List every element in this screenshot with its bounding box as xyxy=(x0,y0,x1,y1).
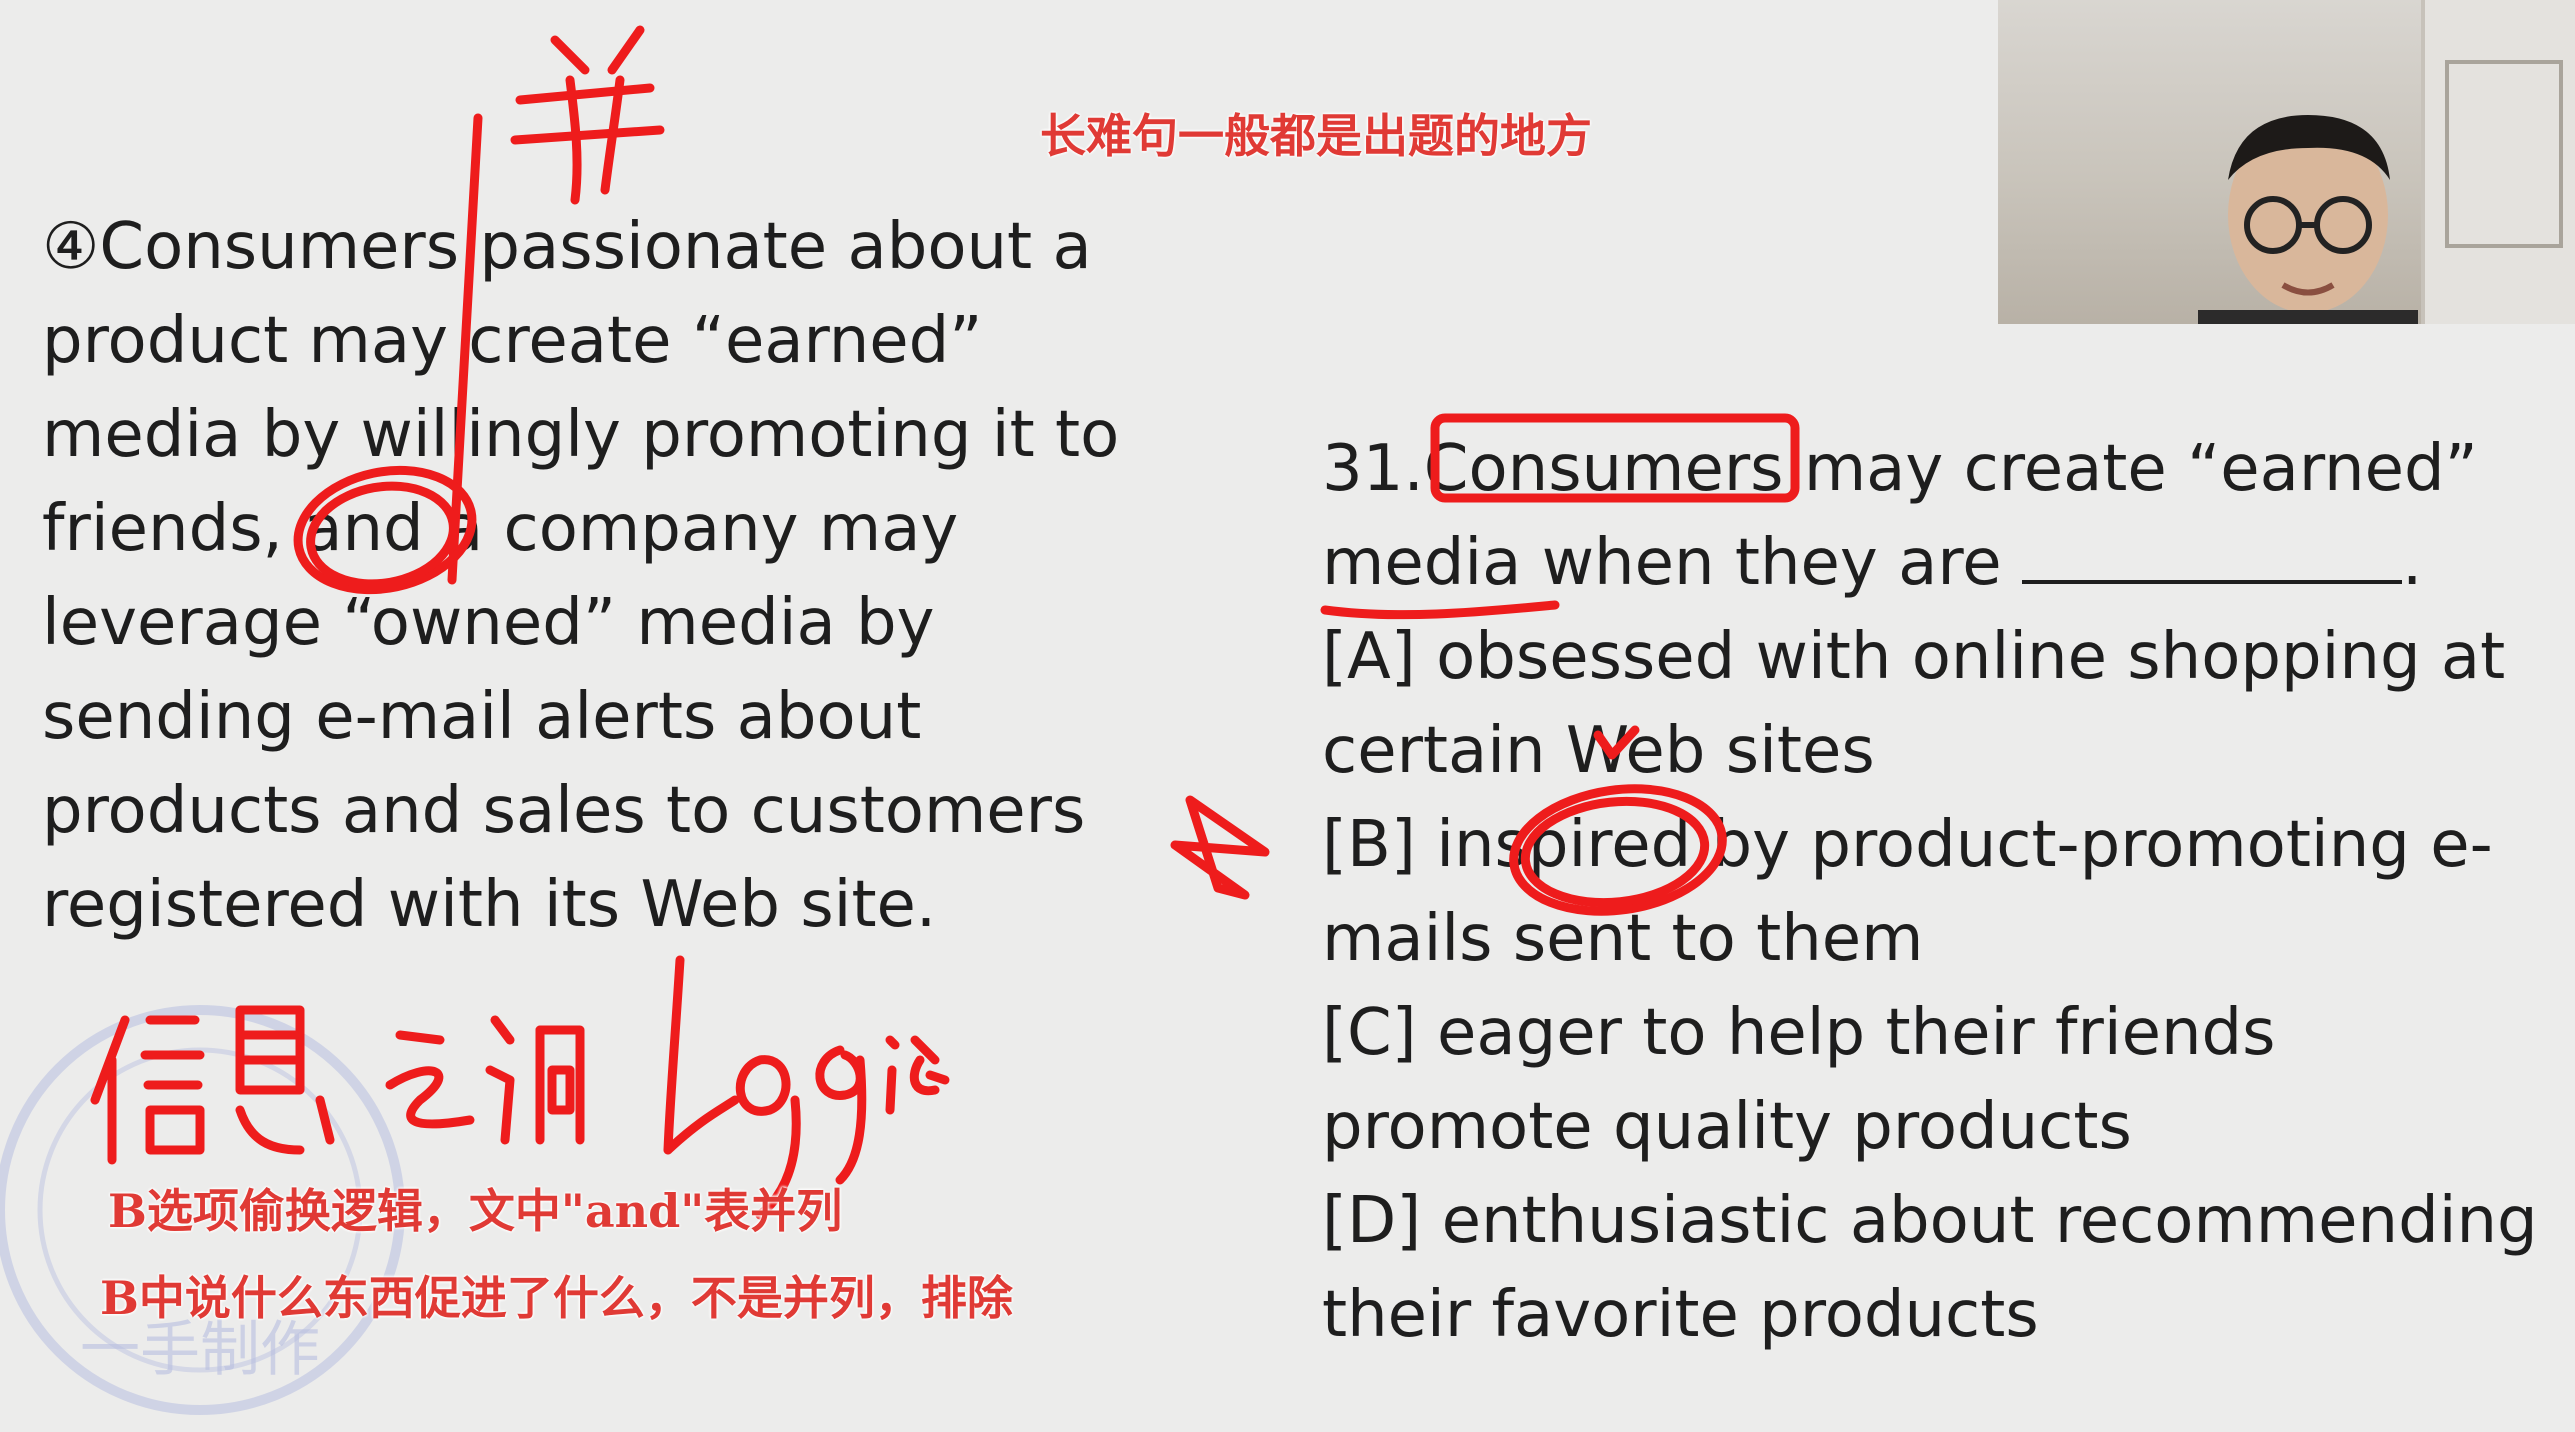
video-subtitle-top: 长难句一般都是出题的地方 xyxy=(1040,109,1592,163)
star-mark xyxy=(1170,795,1270,900)
question-stem: 31.Consumers may create “earned” xyxy=(1322,432,2478,506)
option-a: [A] obsessed with online shopping at xyxy=(1322,620,2506,694)
passage-line: friends, and a company may xyxy=(42,492,959,566)
passage-line: leverage “owned” media by xyxy=(42,586,935,660)
passage-text: ④Consumers passionate about a product ma… xyxy=(42,200,1162,952)
option-a-cont: certain Web sites xyxy=(1322,714,1875,788)
handwritten-note-bing xyxy=(510,25,665,205)
webcam-video xyxy=(1998,0,2575,324)
webcam-background-shelf xyxy=(2421,0,2575,324)
question-stem-end: . xyxy=(2401,526,2423,600)
question-block: 31.Consumers may create “earned” media w… xyxy=(1322,422,2562,1362)
option-d: [D] enthusiastic about recommending xyxy=(1322,1184,2538,1258)
option-b-cont: mails sent to them xyxy=(1322,902,1924,976)
video-subtitle-line1: B选项偷换逻辑，文中"and"表并列 xyxy=(108,1184,843,1238)
option-c: [C] eager to help their friends xyxy=(1322,996,2276,1070)
question-stem-text: media when they are xyxy=(1322,526,2002,600)
passage-line: registered with its Web site. xyxy=(42,868,937,942)
presenter-avatar xyxy=(2198,115,2418,324)
answer-blank xyxy=(2021,526,2402,584)
slide: ④Consumers passionate about a product ma… xyxy=(0,0,2575,1432)
video-subtitle-line2: B中说什么东西促进了什么，不是并列，排除 xyxy=(100,1271,1013,1325)
option-c-cont: promote quality products xyxy=(1322,1090,2132,1164)
passage-line: media by willingly promoting it to xyxy=(42,398,1120,472)
question-stem-line2: media when they are . xyxy=(1322,516,2562,610)
option-d-cont: their favorite products xyxy=(1322,1278,2039,1352)
passage-line: products and sales to customers xyxy=(42,774,1086,848)
passage-line: ④Consumers passionate about a xyxy=(42,210,1092,284)
passage-line: product may create “earned” xyxy=(42,304,983,378)
passage-line: sending e-mail alerts about xyxy=(42,680,922,754)
option-b: [B] inspired by product-promoting e- xyxy=(1322,808,2493,882)
